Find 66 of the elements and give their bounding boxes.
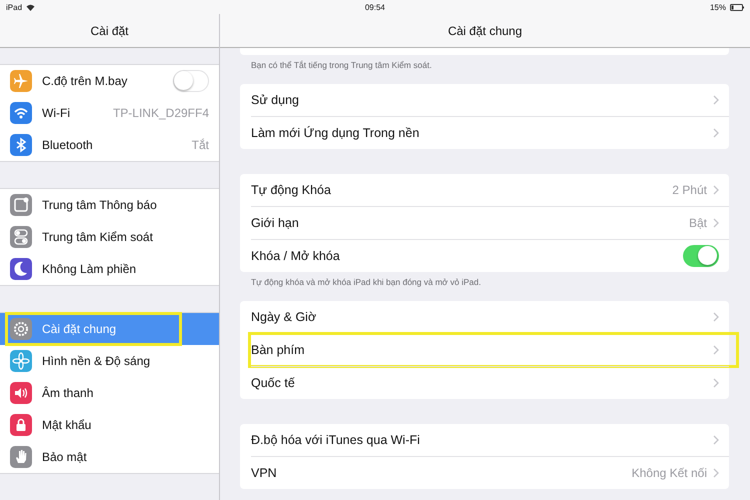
- settings-row[interactable]: Sử dụng: [251, 84, 729, 116]
- nav-title: Cài đặt: [90, 24, 129, 38]
- chevron-icon: [713, 185, 719, 195]
- row-value: Không Kết nối: [632, 466, 707, 480]
- sidebar-item[interactable]: Âm thanh: [0, 377, 219, 409]
- toggle-switch[interactable]: [173, 70, 209, 92]
- item-label: Mật khẩu: [42, 418, 92, 432]
- settings-row[interactable]: Ngày & Giờ: [251, 301, 729, 333]
- item-value: Tắt: [192, 138, 209, 152]
- sidebar-item[interactable]: Trung tâm Thông báo: [0, 189, 219, 221]
- footnote: Tự động khóa và mở khóa iPad khi bạn đóng và mở vỏ iPad.: [251, 277, 481, 287]
- row-label: Quốc tế: [251, 376, 296, 390]
- row-label: Giới hạn: [251, 216, 300, 230]
- chevron-icon: [713, 378, 719, 388]
- item-label: Trung tâm Thông báo: [42, 198, 158, 212]
- toggle-switch[interactable]: [683, 245, 719, 267]
- chevron-icon: [713, 468, 719, 478]
- battery-percent: 15%: [710, 2, 726, 12]
- settings-row[interactable]: VPN Không Kết nối: [251, 456, 729, 489]
- sidebar-item[interactable]: Hình nền & Độ sáng: [0, 345, 219, 377]
- row-label: Sử dụng: [251, 93, 300, 107]
- settings-row[interactable]: Quốc tế: [251, 366, 729, 399]
- settings-row[interactable]: Làm mới Ứng dụng Trong nền: [251, 116, 729, 149]
- item-label: Bluetooth: [42, 138, 94, 152]
- settings-row[interactable]: Tự động Khóa 2 Phút: [251, 174, 729, 206]
- footnote: Bạn có thể Tắt tiếng trong Trung tâm Kiểm soát.: [251, 60, 432, 70]
- item-value: TP-LINK_D29FF4: [112, 106, 209, 120]
- sidebar-item[interactable]: Trung tâm Kiểm soát: [0, 221, 219, 253]
- item-label: Wi-Fi: [42, 106, 71, 120]
- settings-row[interactable]: Đ.bộ hóa với iTunes qua Wi-Fi: [251, 424, 729, 456]
- settings-row[interactable]: Bàn phím: [251, 333, 729, 366]
- sidebar-item[interactable]: Không Làm phiền: [0, 253, 219, 285]
- chevron-icon: [713, 345, 719, 355]
- row-value: Bật: [688, 216, 707, 230]
- row-label: VPN: [251, 466, 278, 480]
- item-label: Cài đặt chung: [42, 322, 118, 336]
- row-label: Khóa / Mở khóa: [251, 249, 341, 263]
- chevron-icon: [713, 218, 719, 228]
- item-label: Hình nền & Độ sáng: [42, 354, 152, 368]
- chevron-icon: [713, 128, 719, 138]
- item-label: C.độ trên M.bay: [42, 74, 128, 88]
- sidebar-item[interactable]: Bluetooth Tắt: [0, 129, 219, 161]
- item-label: Trung tâm Kiểm soát: [42, 230, 154, 244]
- row-label: Tự động Khóa: [251, 183, 332, 197]
- chevron-icon: [713, 95, 719, 105]
- row-label: Bàn phím: [251, 343, 306, 357]
- sidebar-item[interactable]: Bảo mật: [0, 441, 219, 473]
- row-label: Làm mới Ứng dụng Trong nền: [251, 126, 420, 140]
- row-label: Đ.bộ hóa với iTunes qua Wi-Fi: [251, 433, 421, 447]
- clock: 09:54: [364, 2, 386, 12]
- chevron-icon: [713, 435, 719, 445]
- sidebar-item[interactable]: Mật khẩu: [0, 409, 219, 441]
- battery-icon: [730, 4, 744, 10]
- wifi-icon: [26, 4, 36, 10]
- item-label: Không Làm phiền: [42, 262, 138, 276]
- item-label: Bảo mật: [42, 450, 88, 464]
- settings-row[interactable]: Khóa / Mở khóa: [251, 239, 729, 272]
- nav-title: Cài đặt chung: [448, 24, 522, 38]
- device-name: iPad: [6, 2, 22, 12]
- row-label: Ngày & Giờ: [251, 310, 318, 324]
- sidebar-item[interactable]: C.độ trên M.bay: [0, 65, 219, 97]
- item-label: Âm thanh: [42, 386, 94, 400]
- chevron-icon: [713, 312, 719, 322]
- sidebar-item[interactable]: Wi-Fi TP-LINK_D29FF4: [0, 97, 219, 129]
- settings-row[interactable]: Giới hạn Bật: [251, 206, 729, 239]
- row-value: 2 Phút: [672, 183, 707, 197]
